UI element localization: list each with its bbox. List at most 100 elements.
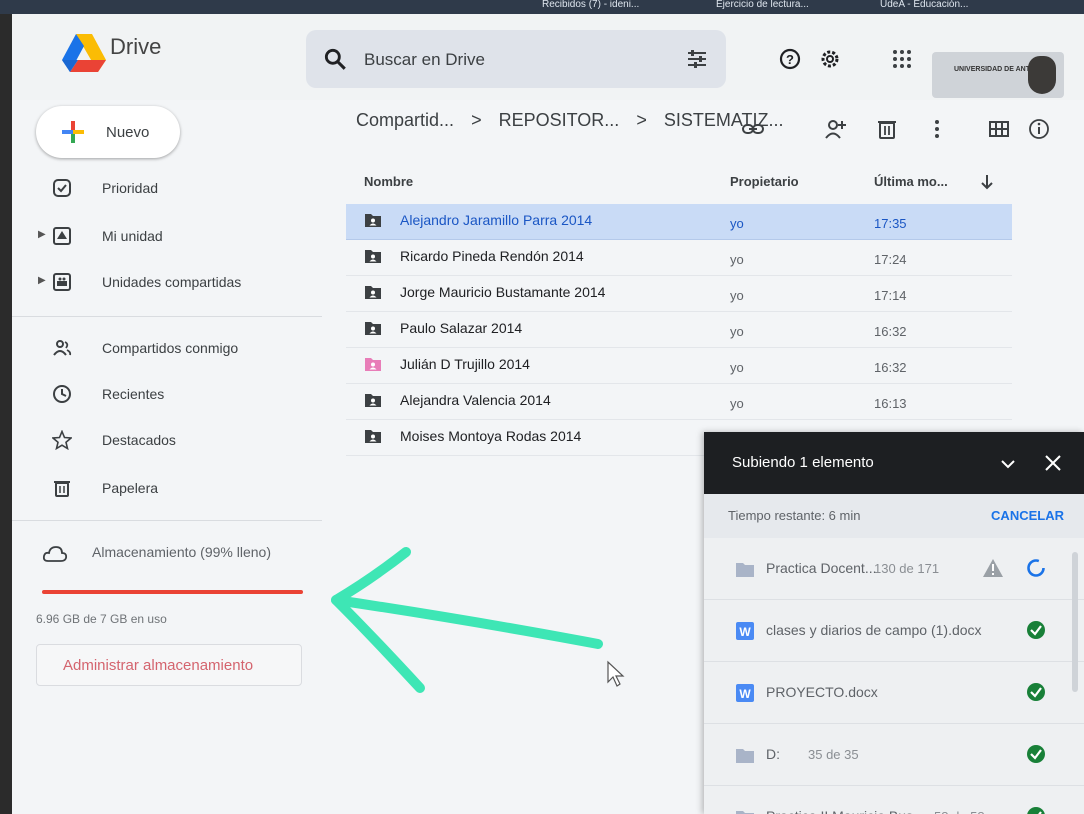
file-owner: yo [730,324,744,339]
column-last-modified[interactable]: Última mo... [874,174,948,189]
manage-storage-button[interactable]: Administrar almacenamiento [36,644,302,686]
sidebar-item-label: Mi unidad [102,228,163,244]
account-avatar[interactable] [1028,56,1056,94]
browser-tab[interactable]: UdeA - Educación... [880,0,968,14]
sidebar-item-shared-with-me[interactable]: Compartidos conmigo [12,330,322,366]
browser-tab[interactable]: Recibidos (7) - ideni... [542,0,639,14]
upload-complete-check-icon [1027,683,1045,701]
table-row[interactable]: Alejandra Valencia 2014 yo 16:13 [346,384,1012,420]
file-list-header: Nombre Propietario Última mo... [346,160,1012,204]
sidebar-item-priority[interactable]: Prioridad [12,170,322,206]
breadcrumb-item[interactable]: REPOSITOR... [499,110,620,130]
breadcrumb-item[interactable]: Compartid... [356,110,454,130]
table-row[interactable]: Paulo Salazar 2014 yo 16:32 [346,312,1012,348]
folder-icon [736,749,754,763]
upload-item[interactable]: Practica II Mauricio Bus... 58 de 58 [704,786,1084,814]
my-drive-icon [53,227,71,245]
sidebar-item-my-drive[interactable]: ▶ Mi unidad [12,218,322,254]
upload-item-count: 58 de 58 [934,809,985,814]
file-name: Ricardo Pineda Rendón 2014 [400,248,584,264]
chevron-down-icon[interactable] [1000,456,1016,472]
upload-item[interactable]: D: 35 de 35 [704,724,1084,786]
close-icon[interactable] [1044,454,1062,472]
storage-label[interactable]: Almacenamiento (99% lleno) [92,544,271,560]
sidebar-item-label: Unidades compartidas [102,274,242,290]
search-icon[interactable] [322,46,348,72]
manage-storage-label: Administrar almacenamiento [63,657,254,674]
info-icon[interactable] [1028,118,1050,140]
upload-complete-check-icon [1027,807,1045,814]
trash-icon [54,481,70,497]
upload-panel-header: Subiendo 1 elemento [704,432,1084,494]
file-modified: 17:14 [874,288,907,303]
browser-tab-strip: Recibidos (7) - ideni... Ejercicio de le… [0,0,1084,14]
file-owner: yo [730,288,744,303]
settings-gear-icon[interactable] [818,47,842,71]
upload-item-name: PROYECTO.docx [766,684,878,700]
expand-arrow-icon[interactable]: ▶ [38,229,46,240]
search-bar[interactable]: Buscar en Drive [306,30,726,88]
help-icon[interactable]: ? [778,47,802,71]
browser-tab[interactable]: Ejercicio de lectura... [716,0,809,14]
sidebar-item-label: Papelera [102,480,159,496]
storage-used-text: 6.96 GB de 7 GB en uso [36,612,167,626]
warning-icon[interactable] [982,558,1004,578]
priority-icon [53,179,71,197]
sidebar-item-shared-drives[interactable]: ▶ Unidades compartidas [12,264,322,300]
upload-progress-panel: Subiendo 1 elemento Tiempo restante: 6 m… [704,432,1084,814]
file-modified: 17:35 [874,216,907,231]
table-row[interactable]: Jorge Mauricio Bustamante 2014 yo 17:14 [346,276,1012,312]
file-name: Alejandro Jaramillo Parra 2014 [400,212,593,228]
shared-folder-icon [365,322,381,335]
column-owner[interactable]: Propietario [730,174,799,189]
upload-item-name: Practica II Mauricio Bus... [766,808,925,814]
upload-list-scrollbar[interactable] [1072,552,1078,692]
table-row[interactable]: Julián D Trujillo 2014 yo 16:32 [346,348,1012,384]
file-name: Julián D Trujillo 2014 [400,356,530,372]
shared-people-icon [53,340,72,356]
more-vertical-icon[interactable] [926,118,948,140]
breadcrumb-separator: > [471,110,482,130]
shared-folder-icon [365,358,381,371]
file-owner: yo [730,360,744,375]
breadcrumb-item[interactable]: SISTEMATIZ... [664,110,784,130]
table-row[interactable]: Ricardo Pineda Rendón 2014 yo 17:24 [346,240,1012,276]
trash-icon[interactable] [876,118,898,140]
search-input[interactable]: Buscar en Drive [364,50,485,70]
account-org-logo[interactable]: UNIVERSIDAD DE ANTIOQUIA [932,52,1064,98]
sidebar-divider [12,520,322,521]
file-name: Jorge Mauricio Bustamante 2014 [400,284,606,300]
upload-item[interactable]: W PROYECTO.docx [704,662,1084,724]
upload-item[interactable]: Wclases y diarios de campo (1).docx [704,600,1084,662]
plus-icon [62,121,84,143]
link-icon[interactable] [742,118,764,140]
drive-window: Drive Buscar en Drive ? UNIVERSIDAD DE A… [12,14,1084,814]
upload-status-bar: Tiempo restante: 6 min CANCELAR [704,494,1084,538]
word-doc-icon: W [736,622,754,640]
share-add-person-icon[interactable] [824,118,846,140]
upload-item-count: 130 de 171 [874,561,940,576]
new-button[interactable]: Nuevo [36,106,180,158]
sidebar-item-starred[interactable]: Destacados [12,422,322,458]
sidebar-item-recent[interactable]: Recientes [12,376,322,412]
shared-folder-icon [365,214,381,227]
drive-logo-icon[interactable] [60,32,108,76]
sort-down-arrow-icon[interactable] [980,174,994,190]
new-button-label: Nuevo [106,124,150,141]
mouse-cursor-icon [607,660,625,687]
word-doc-icon: W [736,684,754,702]
column-name[interactable]: Nombre [364,174,413,189]
shared-drives-icon [53,273,71,291]
search-options-icon[interactable] [686,48,708,70]
svg-text:W: W [739,687,751,701]
table-row[interactable]: Alejandro Jaramillo Parra 2014 yo 17:35 [346,204,1012,240]
sidebar-item-trash[interactable]: Papelera [12,470,322,506]
grid-view-icon[interactable] [988,118,1010,140]
upload-item[interactable]: Practica Docent... 130 de 171 [704,538,1084,600]
cancel-upload-button[interactable]: CANCELAR [991,508,1064,523]
app-header: Drive Buscar en Drive ? UNIVERSIDAD DE A… [12,14,1084,100]
expand-arrow-icon[interactable]: ▶ [38,275,46,286]
apps-grid-icon[interactable] [890,47,914,71]
sidebar-divider [12,316,322,317]
folder-icon [736,563,754,577]
